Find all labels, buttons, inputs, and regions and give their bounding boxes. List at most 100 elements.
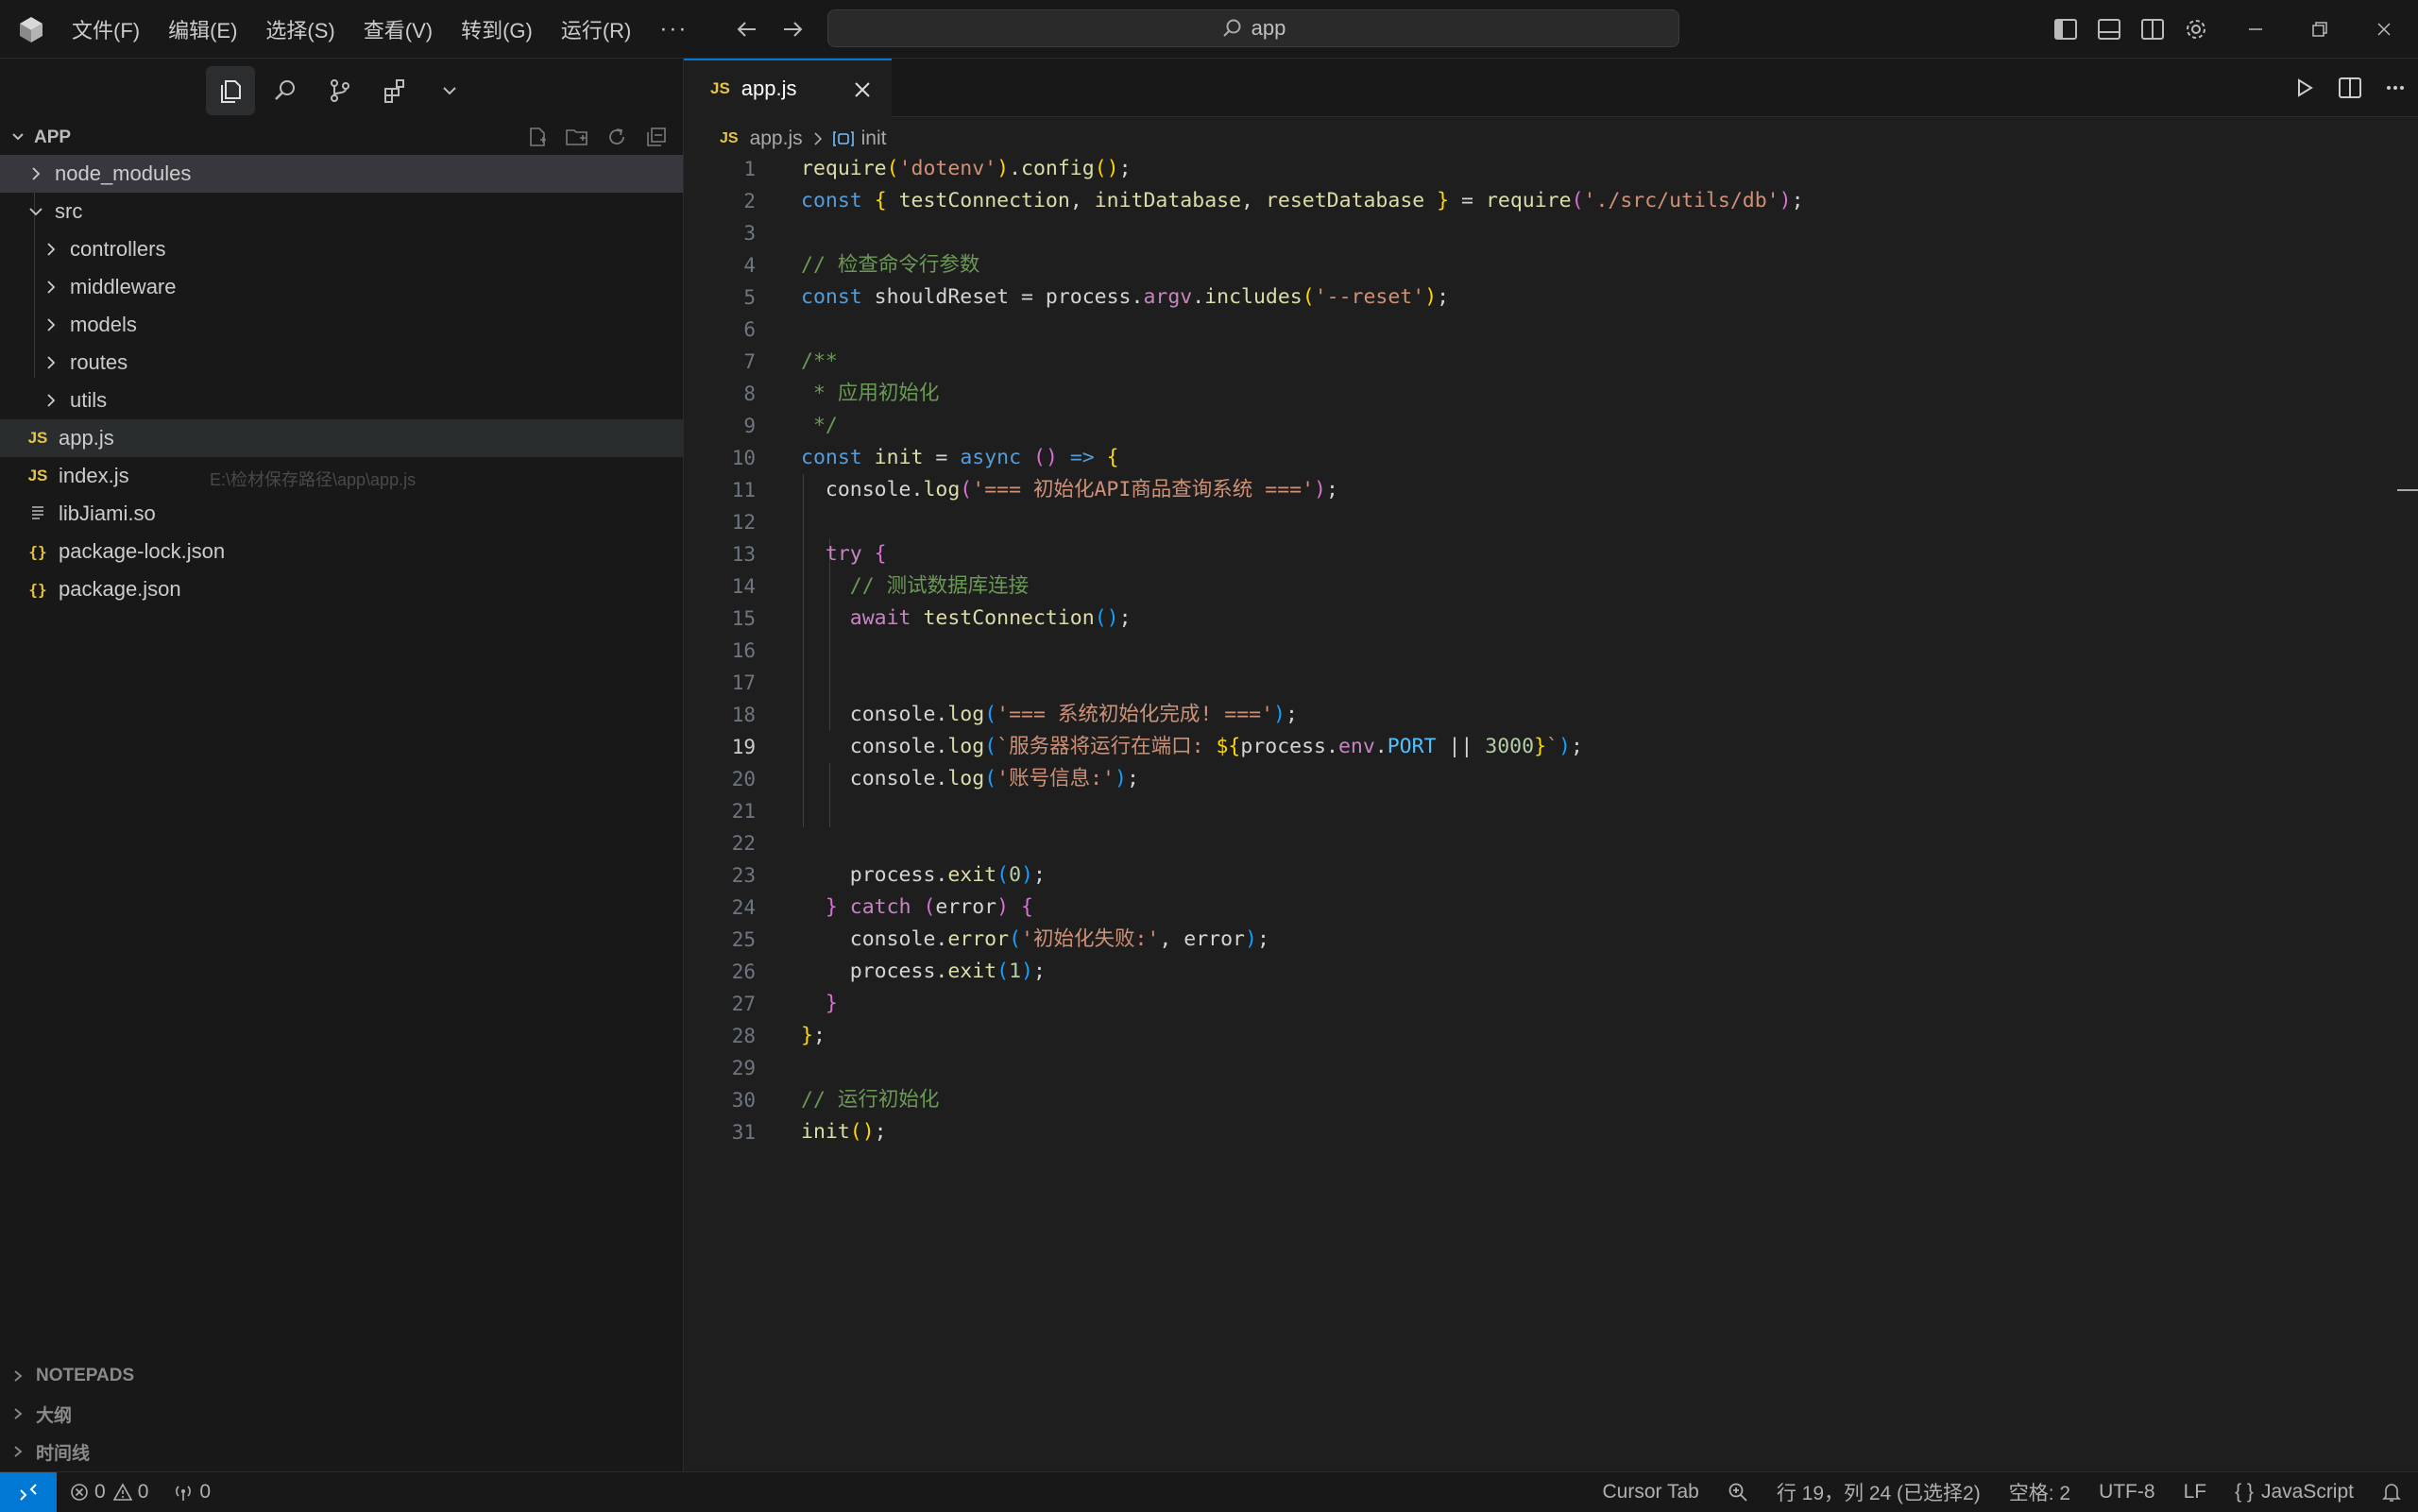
code-line[interactable]: console.log('账号信息:'); <box>801 763 1139 795</box>
toggle-panel-icon[interactable] <box>2093 13 2125 45</box>
code-line[interactable]: console.log('=== 系统初始化完成! ==='); <box>801 699 1298 731</box>
language-mode[interactable]: { } JavaScript <box>2235 1481 2354 1504</box>
tree-file[interactable]: libJiami.so <box>0 495 683 533</box>
code-line[interactable]: console.error('初始化失败:', error); <box>801 924 1269 956</box>
explorer-files-icon[interactable] <box>206 66 255 115</box>
extensions-icon[interactable] <box>370 66 419 115</box>
remote-indicator[interactable] <box>0 1472 57 1512</box>
menu-item[interactable]: 转到(G) <box>448 8 546 50</box>
tree-folder[interactable]: routes <box>0 344 683 382</box>
explorer-section-header[interactable]: APP <box>0 121 684 153</box>
cursor-tab-status[interactable]: Cursor Tab <box>1602 1481 1698 1504</box>
toggle-secondary-sidebar-icon[interactable] <box>2137 13 2169 45</box>
code-line[interactable]: init(); <box>801 1116 887 1148</box>
line-number: 26 <box>731 960 756 983</box>
minimize-window-icon[interactable] <box>2223 0 2288 59</box>
ports-indicator[interactable]: 0 <box>173 1481 211 1504</box>
code-line[interactable]: process.exit(0); <box>801 859 1046 892</box>
remote-icon <box>20 1484 37 1501</box>
code-line[interactable]: try { <box>801 538 887 570</box>
menu-item[interactable]: 查看(V) <box>350 8 446 50</box>
code-token: await <box>849 606 911 630</box>
code-token: resetDatabase <box>1265 189 1425 212</box>
js-file-icon: JS <box>720 130 739 146</box>
code-line[interactable]: const { testConnection, initDatabase, re… <box>801 185 1804 217</box>
forward-arrow-icon[interactable] <box>778 15 807 43</box>
restore-window-icon[interactable] <box>2288 0 2352 59</box>
code-line[interactable]: const init = async () => { <box>801 442 1119 474</box>
code-token: 3000 <box>1485 735 1535 758</box>
toggle-primary-sidebar-icon[interactable] <box>2050 13 2082 45</box>
new-folder-icon[interactable] <box>557 123 597 151</box>
code-line[interactable]: * 应用初始化 <box>801 378 939 410</box>
breadcrumb-file[interactable]: app.js <box>750 127 803 150</box>
tree-folder[interactable]: models <box>0 306 683 344</box>
run-play-icon[interactable] <box>2282 72 2327 104</box>
tree-file[interactable]: JS index.js E:\检材保存路径\app\app.js <box>0 457 683 495</box>
code-line[interactable]: // 测试数据库连接 <box>801 570 1029 603</box>
code-token: ( <box>984 735 997 758</box>
source-control-icon[interactable] <box>315 66 365 115</box>
code-line[interactable]: const shouldReset = process.argv.include… <box>801 281 1449 314</box>
section-notepads[interactable]: NOTEPADS <box>0 1358 684 1394</box>
menu-item[interactable]: 文件(F) <box>59 8 153 50</box>
code-token: init <box>801 1120 850 1144</box>
notifications-bell-icon[interactable] <box>2382 1482 2401 1503</box>
chevron-right-icon <box>47 318 56 331</box>
search-icon[interactable] <box>261 66 310 115</box>
indentation[interactable]: 空格: 2 <box>2009 1478 2070 1506</box>
tree-file[interactable]: {} package.json <box>0 570 683 608</box>
menu-more-icon[interactable]: ··· <box>646 10 701 48</box>
cursor-position[interactable]: 行 19，列 24 (已选择2) <box>1777 1478 1981 1506</box>
tree-folder[interactable]: utils <box>0 382 683 419</box>
tree-folder[interactable]: controllers <box>0 230 683 268</box>
code-token: { <box>1106 446 1119 469</box>
chevron-down-icon <box>29 208 43 216</box>
tree-file[interactable]: {} package-lock.json <box>0 533 683 570</box>
code-token: testConnection <box>911 606 1095 630</box>
collapse-all-icon[interactable] <box>637 123 676 151</box>
new-file-icon[interactable] <box>518 123 557 151</box>
code-line[interactable]: */ <box>801 410 838 442</box>
cursor-logo-icon[interactable] <box>15 13 47 45</box>
tree-folder[interactable]: src <box>0 193 683 230</box>
tree-folder[interactable]: middleware <box>0 268 683 306</box>
close-icon[interactable] <box>852 79 873 100</box>
split-editor-icon[interactable] <box>2327 72 2373 104</box>
menu-item[interactable]: 运行(R) <box>548 8 645 50</box>
breadcrumb-symbol[interactable]: init <box>861 127 887 150</box>
code-line[interactable]: require('dotenv').config(); <box>801 153 1132 185</box>
code-line[interactable]: console.log(`服务器将运行在端口: ${process.env.PO… <box>801 731 1583 763</box>
problems-indicator[interactable]: 0 0 <box>70 1481 148 1504</box>
code-line[interactable]: /** <box>801 346 838 378</box>
code-line[interactable]: // 运行初始化 <box>801 1084 939 1116</box>
back-arrow-icon[interactable] <box>733 15 761 43</box>
tab-app-js[interactable]: JS app.js <box>684 59 892 117</box>
zoom-icon[interactable] <box>1728 1482 1748 1503</box>
section-timeline[interactable]: 时间线 <box>0 1434 684 1470</box>
code-line[interactable]: } catch (error) { <box>801 892 1033 924</box>
code-line[interactable]: process.exit(1); <box>801 956 1046 988</box>
settings-gear-icon[interactable] <box>2180 13 2212 45</box>
end-of-line[interactable]: LF <box>2184 1481 2207 1504</box>
code-line[interactable]: await testConnection(); <box>801 603 1132 635</box>
code-line[interactable]: console.log('=== 初始化API商品查询系统 ==='); <box>801 474 1338 506</box>
more-actions-icon[interactable] <box>2373 72 2418 104</box>
close-window-icon[interactable] <box>2352 0 2416 59</box>
encoding[interactable]: UTF-8 <box>2099 1481 2155 1504</box>
code-line[interactable]: }; <box>801 1020 826 1052</box>
code-line[interactable]: } <box>801 988 838 1020</box>
section-outline[interactable]: 大纲 <box>0 1396 684 1432</box>
command-center-search[interactable]: app <box>827 9 1679 47</box>
menu-item[interactable]: 选择(S) <box>252 8 348 50</box>
chevron-down-icon[interactable] <box>425 66 474 115</box>
code-token: ; <box>1118 157 1132 180</box>
code-line[interactable]: // 检查命令行参数 <box>801 249 979 281</box>
tree-folder[interactable]: node_modules <box>0 155 683 193</box>
tree-file[interactable]: JS app.js <box>0 419 683 457</box>
refresh-icon[interactable] <box>597 123 637 151</box>
code-token: ) <box>996 895 1010 919</box>
menu-item[interactable]: 编辑(E) <box>155 8 250 50</box>
chevron-right-icon <box>14 1408 23 1419</box>
